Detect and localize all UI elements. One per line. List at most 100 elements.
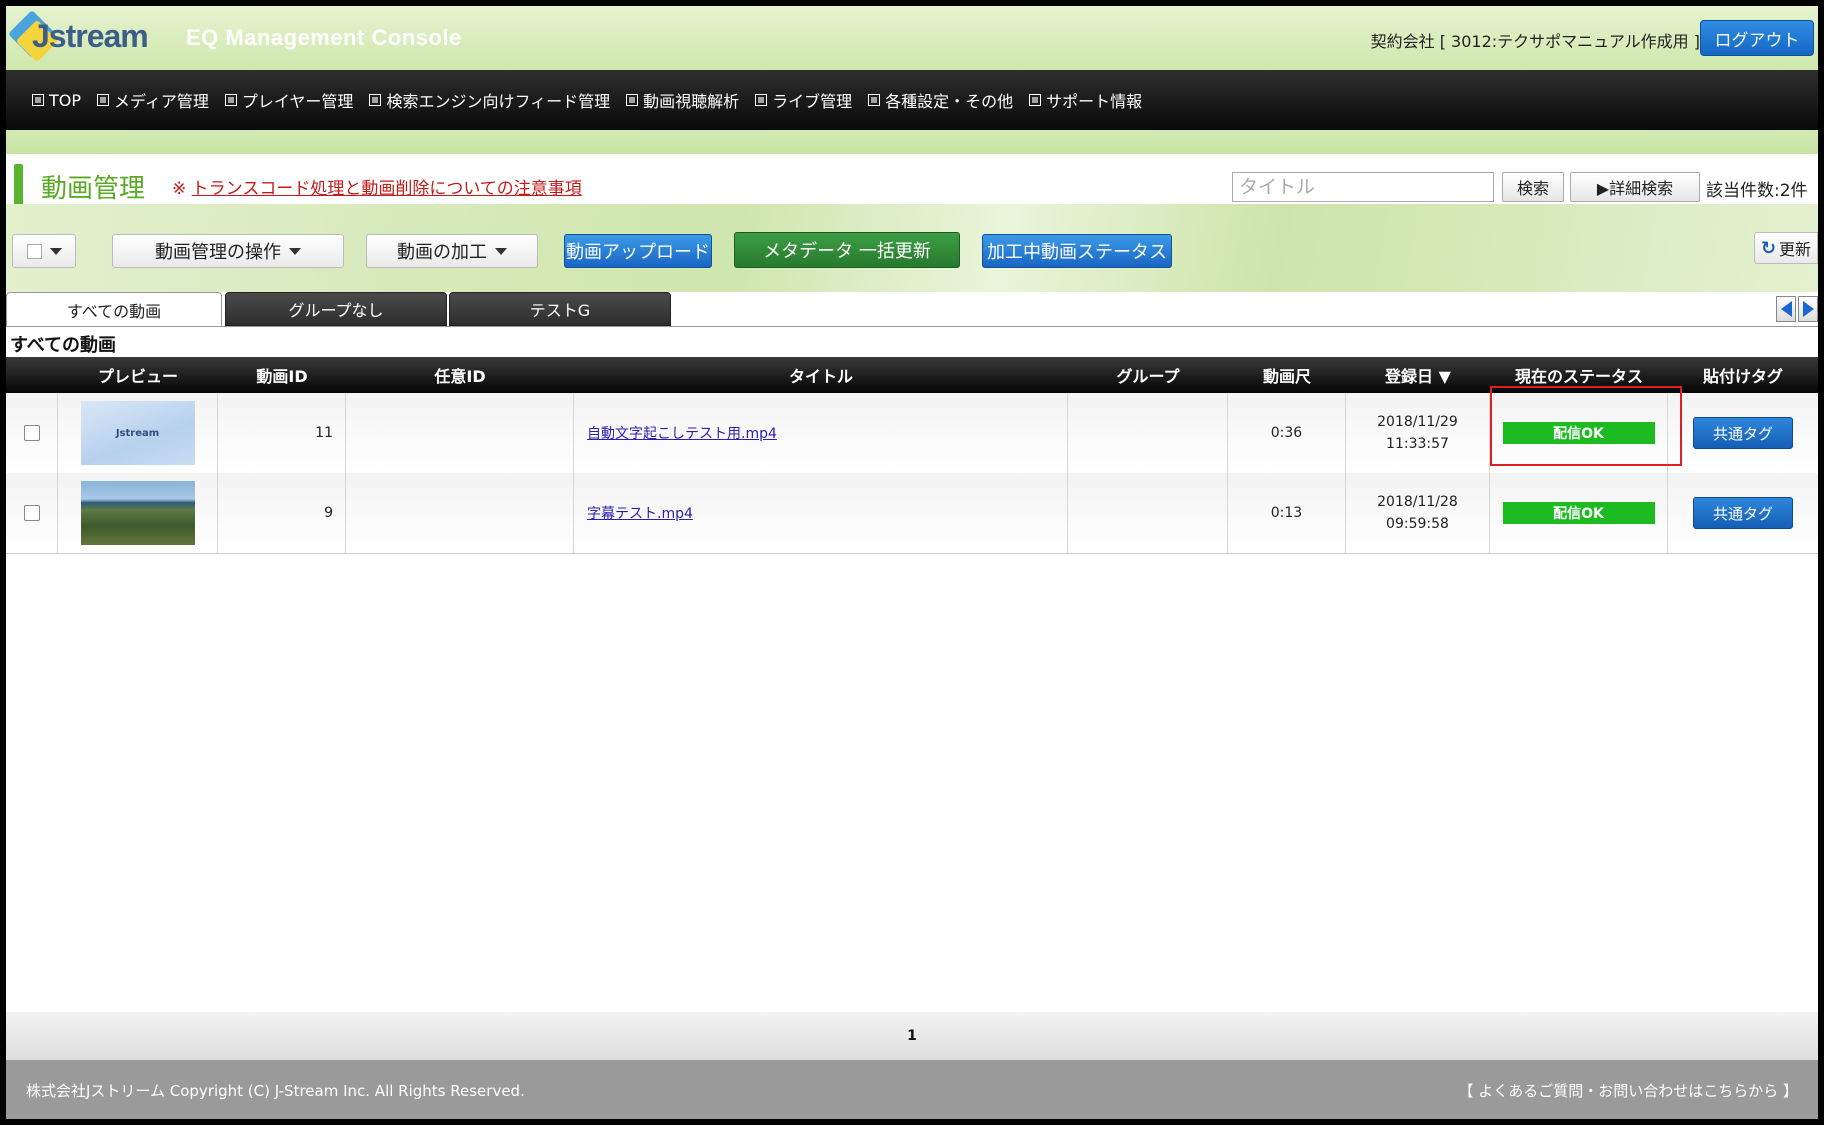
nav-item-support[interactable]: サポート情報 [1029,88,1142,112]
row-checkbox-cell [6,473,58,553]
checkbox-icon [26,243,42,259]
search-button[interactable]: 検索 [1502,172,1564,202]
column-header-any-id[interactable]: 任意ID [346,357,574,393]
nav-item-label: ライブ管理 [772,92,853,111]
video-thumbnail[interactable]: Jstream [80,401,195,465]
tab-test-g[interactable]: テストG [449,292,671,326]
tab-no-group[interactable]: グループなし [225,292,447,326]
caret-down-icon [495,247,507,255]
video-title-link[interactable]: 自動文字起こしテスト用.mp4 [587,423,777,443]
any-id [346,473,574,553]
section-header: すべての動画 [6,326,1818,357]
tag-cell: 共通タグ [1668,393,1818,473]
registered-time: 11:33:57 [1386,436,1449,452]
logo-text: Jstream [32,18,149,54]
table-row: 9 字幕テスト.mp4 0:13 2018/11/28 09:59:58 配信OK… [6,473,1818,554]
contract-info: 契約会社 [ 3012:テクサポマニュアル作成用 ] [1370,32,1700,51]
video-processing-dropdown[interactable]: 動画の加工 [366,234,538,268]
column-header-group: グループ [1116,367,1180,386]
duration: 0:13 [1228,473,1346,553]
nav-check-icon [32,94,44,106]
nav-item-label: サポート情報 [1046,92,1143,111]
registered-date: 2018/11/28 [1377,494,1458,510]
result-count: 該当件数:2件 [1706,181,1808,201]
notice-link[interactable]: トランスコード処理と動画削除についての注意事項 [192,179,582,199]
nav-check-icon [369,94,382,106]
common-tag-button[interactable]: 共通タグ [1693,417,1793,449]
row-checkbox[interactable] [23,505,40,521]
refresh-label: 更新 [1779,240,1812,259]
refresh-button[interactable]: ↻ 更新 [1754,232,1818,264]
nav-item-feed[interactable]: 検索エンジン向けフィード管理 [369,88,610,112]
nav-item-analytics[interactable]: 動画視聴解析 [626,88,739,112]
preview-cell: Jstream [58,393,218,473]
title-cell: 自動文字起こしテスト用.mp4 [574,393,1068,473]
video-id: 11 [218,393,346,473]
column-header-tag: 貼付けタグ [1702,367,1783,386]
row-checkbox[interactable] [23,425,40,441]
video-ops-label: 動画管理の操作 [155,242,281,263]
title-accent-bar [14,164,23,206]
duration: 0:36 [1228,393,1346,473]
search-input[interactable] [1232,172,1494,202]
nav-item-label: TOP [49,90,82,110]
registered-date-cell: 2018/11/29 11:33:57 [1346,393,1490,473]
video-title-link[interactable]: 字幕テスト.mp4 [587,503,693,523]
column-header-title[interactable]: タイトル [574,357,1068,393]
column-header-registered[interactable]: 登録日 ▼ [1346,357,1490,393]
status-badge: 配信OK [1502,422,1655,444]
nav-item-label: 各種設定・その他 [885,92,1014,111]
video-thumbnail[interactable] [80,481,195,545]
advanced-search-button[interactable]: ▶詳細検索 [1570,172,1700,202]
column-header-video-id[interactable]: 動画ID [218,357,346,393]
logout-button[interactable]: ログアウト [1700,20,1814,56]
nav-check-icon [868,94,881,106]
console-title: EQ Management Console [186,25,462,50]
page-title-bar: 動画管理 ※ トランスコード処理と動画削除についての注意事項 検索 ▶詳細検索 … [6,154,1818,206]
status-cell: 配信OK [1490,393,1668,473]
logo-icon[interactable]: Jstream [7,9,160,64]
title-cell: 字幕テスト.mp4 [574,473,1068,553]
video-ops-dropdown[interactable]: 動画管理の操作 [112,234,344,268]
registered-date: 2018/11/29 [1377,414,1458,430]
nav-item-live[interactable]: ライブ管理 [755,88,852,112]
tab-all-videos[interactable]: すべての動画 [6,292,222,327]
tabs-next-button[interactable] [1798,296,1818,322]
nav-item-label: 動画視聴解析 [643,92,740,111]
group [1068,473,1228,553]
nav-item-player[interactable]: プレイヤー管理 [224,88,354,112]
tabs-prev-button[interactable] [1776,296,1796,322]
nav-item-top[interactable]: TOP [32,91,81,110]
metadata-bulk-update-button[interactable]: メタデータ 一括更新 [734,232,960,268]
column-header-status: 現在のステータス [1514,367,1643,386]
nav-check-icon [755,94,768,106]
common-tag-button[interactable]: 共通タグ [1693,497,1793,529]
table-header: プレビュー 動画ID 任意ID タイトル グループ 動画尺 登録日 ▼ 現在のス… [6,357,1818,393]
processing-status-button[interactable]: 加工中動画ステータス [982,234,1172,268]
nav-item-label: メディア管理 [114,92,209,111]
select-all-dropdown[interactable] [12,234,76,268]
thumbnail-logo-text: Jstream [115,427,160,439]
main-nav: TOP メディア管理 プレイヤー管理 検索エンジン向けフィード管理 動画視聴解析… [6,70,1818,130]
section-title: すべての動画 [10,335,117,356]
arrow-right-icon [1802,301,1814,317]
header-divider [6,130,1818,154]
caret-down-icon [289,247,301,255]
refresh-icon: ↻ [1760,237,1777,259]
registered-time: 09:59:58 [1386,516,1449,532]
nav-check-icon [626,94,639,106]
nav-check-icon [97,94,110,106]
notice-mark: ※ [172,179,187,199]
registered-date-cell: 2018/11/28 09:59:58 [1346,473,1490,553]
upload-button[interactable]: 動画アップロード [564,234,712,268]
page-number-current[interactable]: 1 [907,1028,917,1044]
nav-item-label: 検索エンジン向けフィード管理 [386,92,611,111]
status-cell: 配信OK [1490,473,1668,553]
nav-item-settings[interactable]: 各種設定・その他 [868,88,1013,112]
table-row: Jstream 11 自動文字起こしテスト用.mp4 0:36 2018/11/… [6,393,1818,474]
nav-item-label: プレイヤー管理 [241,92,354,111]
faq-link[interactable]: 【 よくあるご質問・お問い合わせはこちらから 】 [1458,1080,1798,1101]
column-header-duration[interactable]: 動画尺 [1228,357,1346,393]
nav-item-media[interactable]: メディア管理 [97,88,209,112]
page-title: 動画管理 [41,174,146,204]
